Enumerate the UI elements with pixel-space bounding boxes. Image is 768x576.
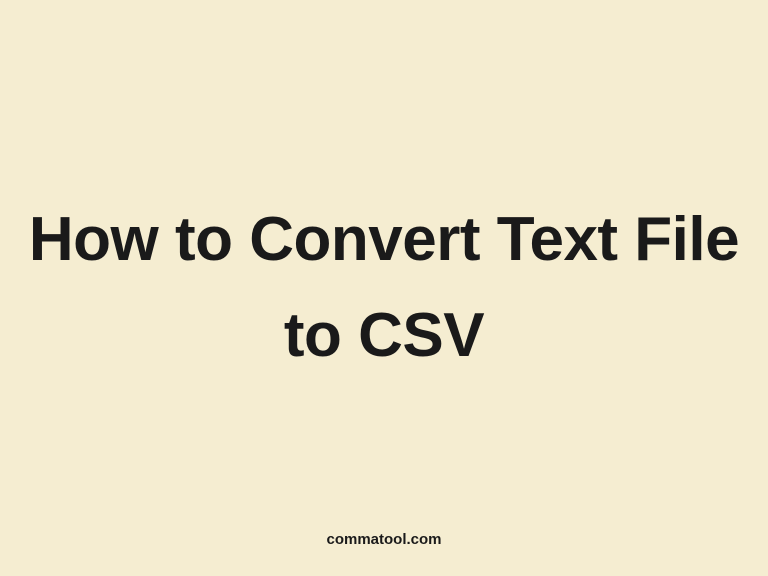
footer-attribution: commatool.com xyxy=(326,531,441,548)
page-title: How to Convert Text File to CSV xyxy=(0,192,768,384)
